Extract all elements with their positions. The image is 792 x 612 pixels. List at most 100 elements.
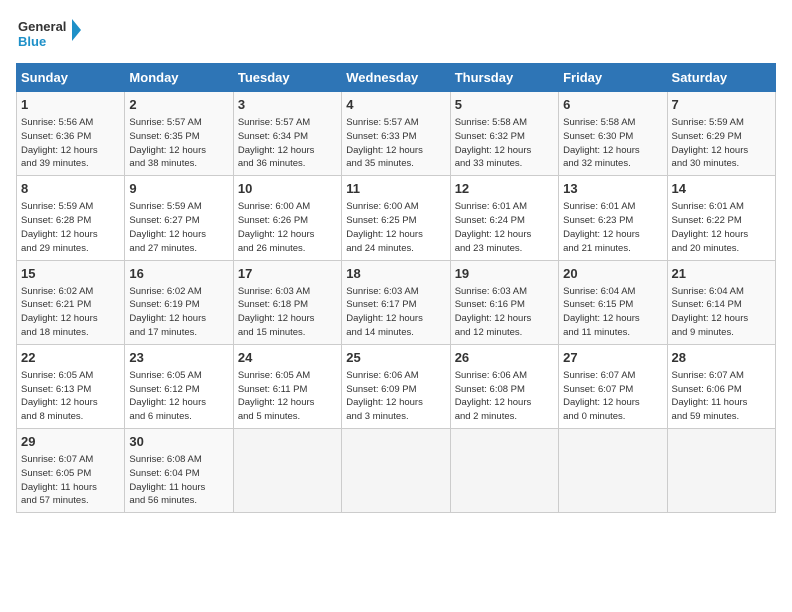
- day-info: Sunrise: 6:06 AM Sunset: 6:08 PM Dayligh…: [455, 369, 554, 424]
- calendar-cell: [342, 429, 450, 513]
- calendar-cell: 6 Sunrise: 5:58 AM Sunset: 6:30 PM Daylig…: [559, 92, 667, 176]
- day-info: Sunrise: 6:02 AM Sunset: 6:19 PM Dayligh…: [129, 285, 228, 340]
- calendar-cell: 11Sunrise: 6:00 AM Sunset: 6:25 PM Dayli…: [342, 176, 450, 260]
- day-number: 12: [455, 180, 554, 198]
- day-info: Sunrise: 6:00 AM Sunset: 6:26 PM Dayligh…: [238, 200, 337, 255]
- weekday-header-sunday: Sunday: [17, 64, 125, 92]
- day-info: Sunrise: 6:07 AM Sunset: 6:05 PM Dayligh…: [21, 453, 120, 508]
- day-number: 25: [346, 349, 445, 367]
- calendar-cell: 13 Sunrise: 6:01 AM Sunset: 6:23 PM Dayli…: [559, 176, 667, 260]
- calendar-cell: 17 Sunrise: 6:03 AM Sunset: 6:18 PM Dayli…: [233, 260, 341, 344]
- day-number: 1: [21, 96, 120, 114]
- calendar-cell: [667, 429, 775, 513]
- day-info: Sunrise: 6:07 AM Sunset: 6:06 PM Dayligh…: [672, 369, 771, 424]
- day-number: 23: [129, 349, 228, 367]
- day-info: Sunrise: 6:08 AM Sunset: 6:04 PM Dayligh…: [129, 453, 228, 508]
- weekday-header-tuesday: Tuesday: [233, 64, 341, 92]
- calendar-cell: 10 Sunrise: 6:00 AM Sunset: 6:26 PM Dayli…: [233, 176, 341, 260]
- day-number: 18: [346, 265, 445, 283]
- calendar-cell: 7 Sunrise: 5:59 AM Sunset: 6:29 PM Daylig…: [667, 92, 775, 176]
- day-number: 13: [563, 180, 662, 198]
- day-number: 14: [672, 180, 771, 198]
- calendar-cell: [450, 429, 558, 513]
- day-number: 17: [238, 265, 337, 283]
- calendar-cell: 9 Sunrise: 5:59 AM Sunset: 6:27 PM Daylig…: [125, 176, 233, 260]
- day-number: 2: [129, 96, 228, 114]
- calendar-cell: 3 Sunrise: 5:57 AM Sunset: 6:34 PM Daylig…: [233, 92, 341, 176]
- calendar-cell: 15 Sunrise: 6:02 AM Sunset: 6:21 PM Dayli…: [17, 260, 125, 344]
- day-number: 8: [21, 180, 120, 198]
- day-number: 6: [563, 96, 662, 114]
- day-info: Sunrise: 5:59 AM Sunset: 6:27 PM Dayligh…: [129, 200, 228, 255]
- calendar-cell: 29 Sunrise: 6:07 AM Sunset: 6:05 PM Dayli…: [17, 429, 125, 513]
- day-number: 16: [129, 265, 228, 283]
- day-info: Sunrise: 6:05 AM Sunset: 6:13 PM Dayligh…: [21, 369, 120, 424]
- calendar-cell: 30Sunrise: 6:08 AM Sunset: 6:04 PM Dayli…: [125, 429, 233, 513]
- day-info: Sunrise: 6:02 AM Sunset: 6:21 PM Dayligh…: [21, 285, 120, 340]
- day-number: 24: [238, 349, 337, 367]
- day-number: 5: [455, 96, 554, 114]
- day-info: Sunrise: 6:05 AM Sunset: 6:11 PM Dayligh…: [238, 369, 337, 424]
- calendar-cell: 5 Sunrise: 5:58 AM Sunset: 6:32 PM Daylig…: [450, 92, 558, 176]
- calendar-cell: [233, 429, 341, 513]
- calendar-week-5: 29 Sunrise: 6:07 AM Sunset: 6:05 PM Dayli…: [17, 429, 776, 513]
- day-info: Sunrise: 5:56 AM Sunset: 6:36 PM Dayligh…: [21, 116, 120, 171]
- day-info: Sunrise: 6:06 AM Sunset: 6:09 PM Dayligh…: [346, 369, 445, 424]
- calendar-cell: 4 Sunrise: 5:57 AM Sunset: 6:33 PM Daylig…: [342, 92, 450, 176]
- page-header: General Blue: [16, 16, 776, 51]
- calendar-week-4: 22 Sunrise: 6:05 AM Sunset: 6:13 PM Dayli…: [17, 344, 776, 428]
- weekday-header-thursday: Thursday: [450, 64, 558, 92]
- calendar-cell: 26 Sunrise: 6:06 AM Sunset: 6:08 PM Dayli…: [450, 344, 558, 428]
- calendar-cell: 21 Sunrise: 6:04 AM Sunset: 6:14 PM Dayli…: [667, 260, 775, 344]
- day-number: 19: [455, 265, 554, 283]
- calendar-cell: 22 Sunrise: 6:05 AM Sunset: 6:13 PM Dayli…: [17, 344, 125, 428]
- day-info: Sunrise: 6:04 AM Sunset: 6:15 PM Dayligh…: [563, 285, 662, 340]
- day-number: 4: [346, 96, 445, 114]
- day-info: Sunrise: 5:57 AM Sunset: 6:34 PM Dayligh…: [238, 116, 337, 171]
- logo-svg: General Blue: [16, 16, 86, 51]
- day-info: Sunrise: 5:57 AM Sunset: 6:35 PM Dayligh…: [129, 116, 228, 171]
- calendar-cell: [559, 429, 667, 513]
- svg-text:General: General: [18, 19, 66, 34]
- day-info: Sunrise: 6:01 AM Sunset: 6:24 PM Dayligh…: [455, 200, 554, 255]
- day-info: Sunrise: 6:03 AM Sunset: 6:17 PM Dayligh…: [346, 285, 445, 340]
- day-info: Sunrise: 5:58 AM Sunset: 6:32 PM Dayligh…: [455, 116, 554, 171]
- weekday-header-wednesday: Wednesday: [342, 64, 450, 92]
- day-info: Sunrise: 6:05 AM Sunset: 6:12 PM Dayligh…: [129, 369, 228, 424]
- weekday-header-saturday: Saturday: [667, 64, 775, 92]
- weekday-header-monday: Monday: [125, 64, 233, 92]
- day-info: Sunrise: 6:03 AM Sunset: 6:18 PM Dayligh…: [238, 285, 337, 340]
- day-number: 29: [21, 433, 120, 451]
- day-info: Sunrise: 6:04 AM Sunset: 6:14 PM Dayligh…: [672, 285, 771, 340]
- day-number: 27: [563, 349, 662, 367]
- calendar-cell: 25 Sunrise: 6:06 AM Sunset: 6:09 PM Dayli…: [342, 344, 450, 428]
- day-number: 10: [238, 180, 337, 198]
- day-number: 21: [672, 265, 771, 283]
- calendar-cell: 16 Sunrise: 6:02 AM Sunset: 6:19 PM Dayli…: [125, 260, 233, 344]
- calendar-week-1: 1 Sunrise: 5:56 AM Sunset: 6:36 PM Daylig…: [17, 92, 776, 176]
- day-info: Sunrise: 5:58 AM Sunset: 6:30 PM Dayligh…: [563, 116, 662, 171]
- day-number: 22: [21, 349, 120, 367]
- day-info: Sunrise: 5:59 AM Sunset: 6:29 PM Dayligh…: [672, 116, 771, 171]
- day-number: 9: [129, 180, 228, 198]
- calendar-cell: 1 Sunrise: 5:56 AM Sunset: 6:36 PM Daylig…: [17, 92, 125, 176]
- calendar-cell: 14Sunrise: 6:01 AM Sunset: 6:22 PM Dayli…: [667, 176, 775, 260]
- calendar-week-3: 15 Sunrise: 6:02 AM Sunset: 6:21 PM Dayli…: [17, 260, 776, 344]
- day-info: Sunrise: 6:07 AM Sunset: 6:07 PM Dayligh…: [563, 369, 662, 424]
- calendar-cell: 19Sunrise: 6:03 AM Sunset: 6:16 PM Dayli…: [450, 260, 558, 344]
- calendar-cell: 24 Sunrise: 6:05 AM Sunset: 6:11 PM Dayli…: [233, 344, 341, 428]
- day-info: Sunrise: 5:57 AM Sunset: 6:33 PM Dayligh…: [346, 116, 445, 171]
- day-number: 20: [563, 265, 662, 283]
- day-info: Sunrise: 6:00 AM Sunset: 6:25 PM Dayligh…: [346, 200, 445, 255]
- day-info: Sunrise: 5:59 AM Sunset: 6:28 PM Dayligh…: [21, 200, 120, 255]
- day-number: 7: [672, 96, 771, 114]
- day-number: 15: [21, 265, 120, 283]
- calendar-cell: 18 Sunrise: 6:03 AM Sunset: 6:17 PM Dayli…: [342, 260, 450, 344]
- day-number: 26: [455, 349, 554, 367]
- logo: General Blue: [16, 16, 86, 51]
- day-number: 3: [238, 96, 337, 114]
- calendar-cell: 12 Sunrise: 6:01 AM Sunset: 6:24 PM Dayli…: [450, 176, 558, 260]
- calendar-cell: 20 Sunrise: 6:04 AM Sunset: 6:15 PM Dayli…: [559, 260, 667, 344]
- day-info: Sunrise: 6:01 AM Sunset: 6:23 PM Dayligh…: [563, 200, 662, 255]
- calendar-week-2: 8 Sunrise: 5:59 AM Sunset: 6:28 PM Daylig…: [17, 176, 776, 260]
